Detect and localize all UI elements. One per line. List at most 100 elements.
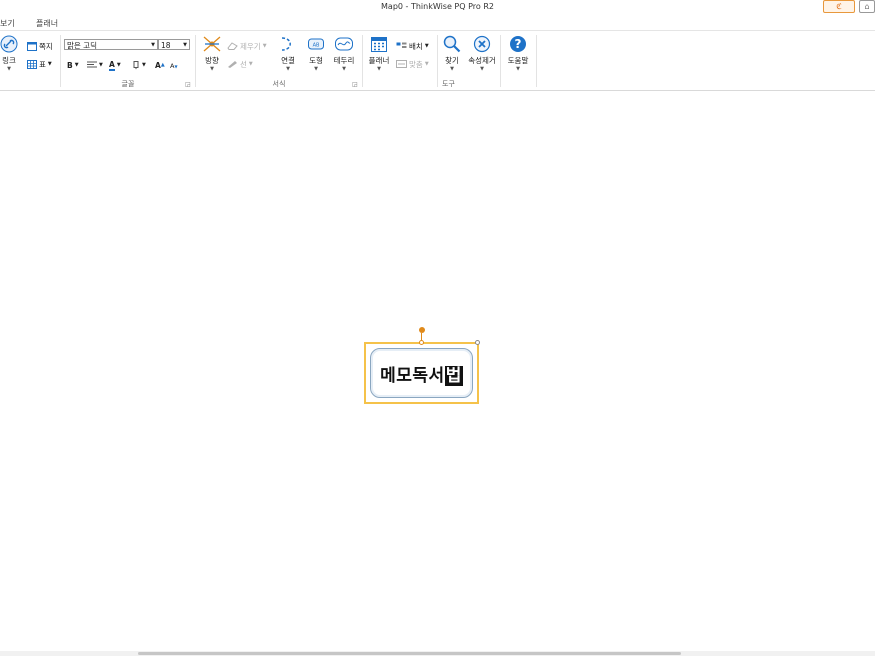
svg-text:?: ? xyxy=(515,37,522,51)
central-topic-text[interactable]: 메모독서법 xyxy=(380,361,463,386)
chevron-down-icon: ▼ xyxy=(210,66,214,72)
arrange-button[interactable]: 배치 ▼ xyxy=(396,40,429,52)
central-topic[interactable]: 메모독서법 xyxy=(364,342,479,404)
group-divider xyxy=(362,35,363,87)
resize-handle[interactable] xyxy=(475,340,480,345)
direction-icon xyxy=(203,36,221,52)
font-name-select[interactable]: 맑은 고딕 ▼ xyxy=(64,39,158,50)
chevron-down-icon: ▼ xyxy=(262,43,267,49)
fit-icon xyxy=(396,60,407,68)
find-label: 찾기 xyxy=(445,56,459,65)
ribbon-toggle-button[interactable]: ℭ xyxy=(823,0,855,13)
chevron-down-icon: ▼ xyxy=(377,66,381,72)
shape-button[interactable]: AB 도형 ▼ xyxy=(302,35,330,72)
chevron-down-icon: ▼ xyxy=(99,62,103,68)
format-group: 방향 ▼ 제우기 ▼ 선 ▼ 연결 ▼ AB 도형 ▼ 테두리 ▼ 서식 ◲ xyxy=(197,31,361,90)
format-group-label: 서식 xyxy=(272,80,286,88)
help-icon: ? xyxy=(510,36,526,52)
direction-button[interactable]: 방향 ▼ xyxy=(198,35,226,72)
selected-text: 법 xyxy=(444,365,463,386)
window-buttons: ℭ ⌂ xyxy=(819,0,875,14)
table-label: 표 xyxy=(39,59,46,69)
fit-button[interactable]: 맞춤 ▼ xyxy=(396,58,429,70)
chevron-down-icon: ▼ xyxy=(424,61,429,67)
eraser-icon xyxy=(227,42,238,50)
home-icon[interactable]: ⌂ xyxy=(859,0,875,13)
chevron-down-icon: ▼ xyxy=(74,62,79,68)
link-button[interactable]: 링크 ▼ xyxy=(0,35,23,72)
tools-group-label: 도구 xyxy=(442,80,455,88)
font-group-label: 글꼴 xyxy=(121,80,135,88)
border-button[interactable]: 테두리 ▼ xyxy=(330,35,358,72)
line-label: 선 xyxy=(240,59,247,69)
planner-label: 플래너 xyxy=(368,56,390,65)
chevron-down-icon: ▼ xyxy=(7,66,11,72)
chevron-down-icon: ▼ xyxy=(248,61,253,67)
rotation-handle[interactable] xyxy=(419,327,425,333)
border-icon xyxy=(335,37,353,51)
grow-font-button[interactable]: A ▲ xyxy=(155,59,165,71)
font-size-select[interactable]: 18 ▼ xyxy=(158,39,190,50)
table-icon xyxy=(27,59,37,69)
highlight-button[interactable]: ▼ xyxy=(132,59,146,71)
remove-button[interactable]: 제우기 ▼ xyxy=(227,40,267,52)
note-button[interactable]: 쪽지 xyxy=(27,40,53,52)
search-icon xyxy=(443,35,461,53)
topic-text-main: 메모독서 xyxy=(380,365,445,386)
fit-label: 맞춤 xyxy=(409,59,423,69)
find-button[interactable]: 찾기 ▼ xyxy=(438,35,466,72)
align-icon xyxy=(87,61,97,68)
chevron-down-icon: ▼ xyxy=(151,42,155,48)
chevron-down-icon: ▼ xyxy=(450,66,454,72)
group-divider xyxy=(60,35,61,87)
shrink-font-button[interactable]: A ▼ xyxy=(170,60,178,72)
arrange-icon xyxy=(396,42,407,48)
highlighter-icon xyxy=(133,60,139,69)
clear-format-label: 속성제거 xyxy=(468,56,496,65)
shape-label: 도형 xyxy=(309,56,323,65)
table-button[interactable]: 표 ▼ xyxy=(27,58,52,70)
chevron-down-icon: ▼ xyxy=(183,42,187,48)
chevron-down-icon: ▼ xyxy=(424,43,429,49)
chevron-down-icon: ▼ xyxy=(142,62,146,68)
link-label: 링크 xyxy=(2,56,16,65)
connect-button[interactable]: 연결 ▼ xyxy=(274,35,302,72)
horizontal-scrollbar[interactable] xyxy=(0,651,875,656)
chevron-down-icon: ▼ xyxy=(480,66,484,72)
calendar-icon xyxy=(371,37,387,52)
font-name-value: 맑은 고딕 xyxy=(67,41,97,50)
central-topic-shape[interactable]: 메모독서법 xyxy=(370,348,473,398)
menu-view[interactable]: 보기 xyxy=(0,18,15,29)
resize-handle[interactable] xyxy=(419,340,424,345)
title-bar: Map0 - ThinkWise PQ Pro R2 ℭ ⌂ xyxy=(0,0,875,16)
menu-bar: 보기 플래너 xyxy=(0,16,875,31)
font-group: 맑은 고딕 ▼ 18 ▼ B ▼ ▼ A ▼ ▼ A ▲ A ▼ 글꼴 ◲ xyxy=(62,31,194,90)
group-divider xyxy=(195,35,196,87)
tools-group: 플래너 ▼ 배치 ▼ 맞춤 ▼ 찾기 ▼ 속성제거 ▼ 도구 ? 도움말 ▼ xyxy=(364,31,536,90)
group-divider xyxy=(500,35,501,87)
arrow-up-icon: ▲ xyxy=(160,62,165,68)
group-divider xyxy=(536,35,537,87)
note-label: 쪽지 xyxy=(39,41,53,51)
font-color-button[interactable]: A ▼ xyxy=(109,59,121,71)
clear-format-button[interactable]: 속성제거 ▼ xyxy=(468,35,496,72)
line-button[interactable]: 선 ▼ xyxy=(227,58,253,70)
shape-icon: AB xyxy=(308,38,324,50)
help-button[interactable]: ? 도움말 ▼ xyxy=(504,35,532,72)
bold-button[interactable]: B ▼ xyxy=(67,59,79,71)
align-button[interactable]: ▼ xyxy=(87,59,103,71)
note-icon xyxy=(27,41,37,51)
font-size-value: 18 xyxy=(161,41,171,50)
bold-label: B xyxy=(67,60,73,70)
menu-planner[interactable]: 플래너 xyxy=(36,18,58,29)
link-icon xyxy=(0,35,18,53)
dialog-launcher-icon[interactable]: ◲ xyxy=(352,81,358,88)
chevron-down-icon: ▼ xyxy=(314,66,318,72)
connector-icon xyxy=(281,37,291,51)
planner-button[interactable]: 플래너 ▼ xyxy=(365,35,393,72)
scrollbar-thumb[interactable] xyxy=(138,652,681,655)
chevron-down-icon: ▼ xyxy=(516,66,520,72)
connect-label: 연결 xyxy=(281,56,295,65)
svg-text:AB: AB xyxy=(313,43,320,49)
dialog-launcher-icon[interactable]: ◲ xyxy=(185,81,191,88)
